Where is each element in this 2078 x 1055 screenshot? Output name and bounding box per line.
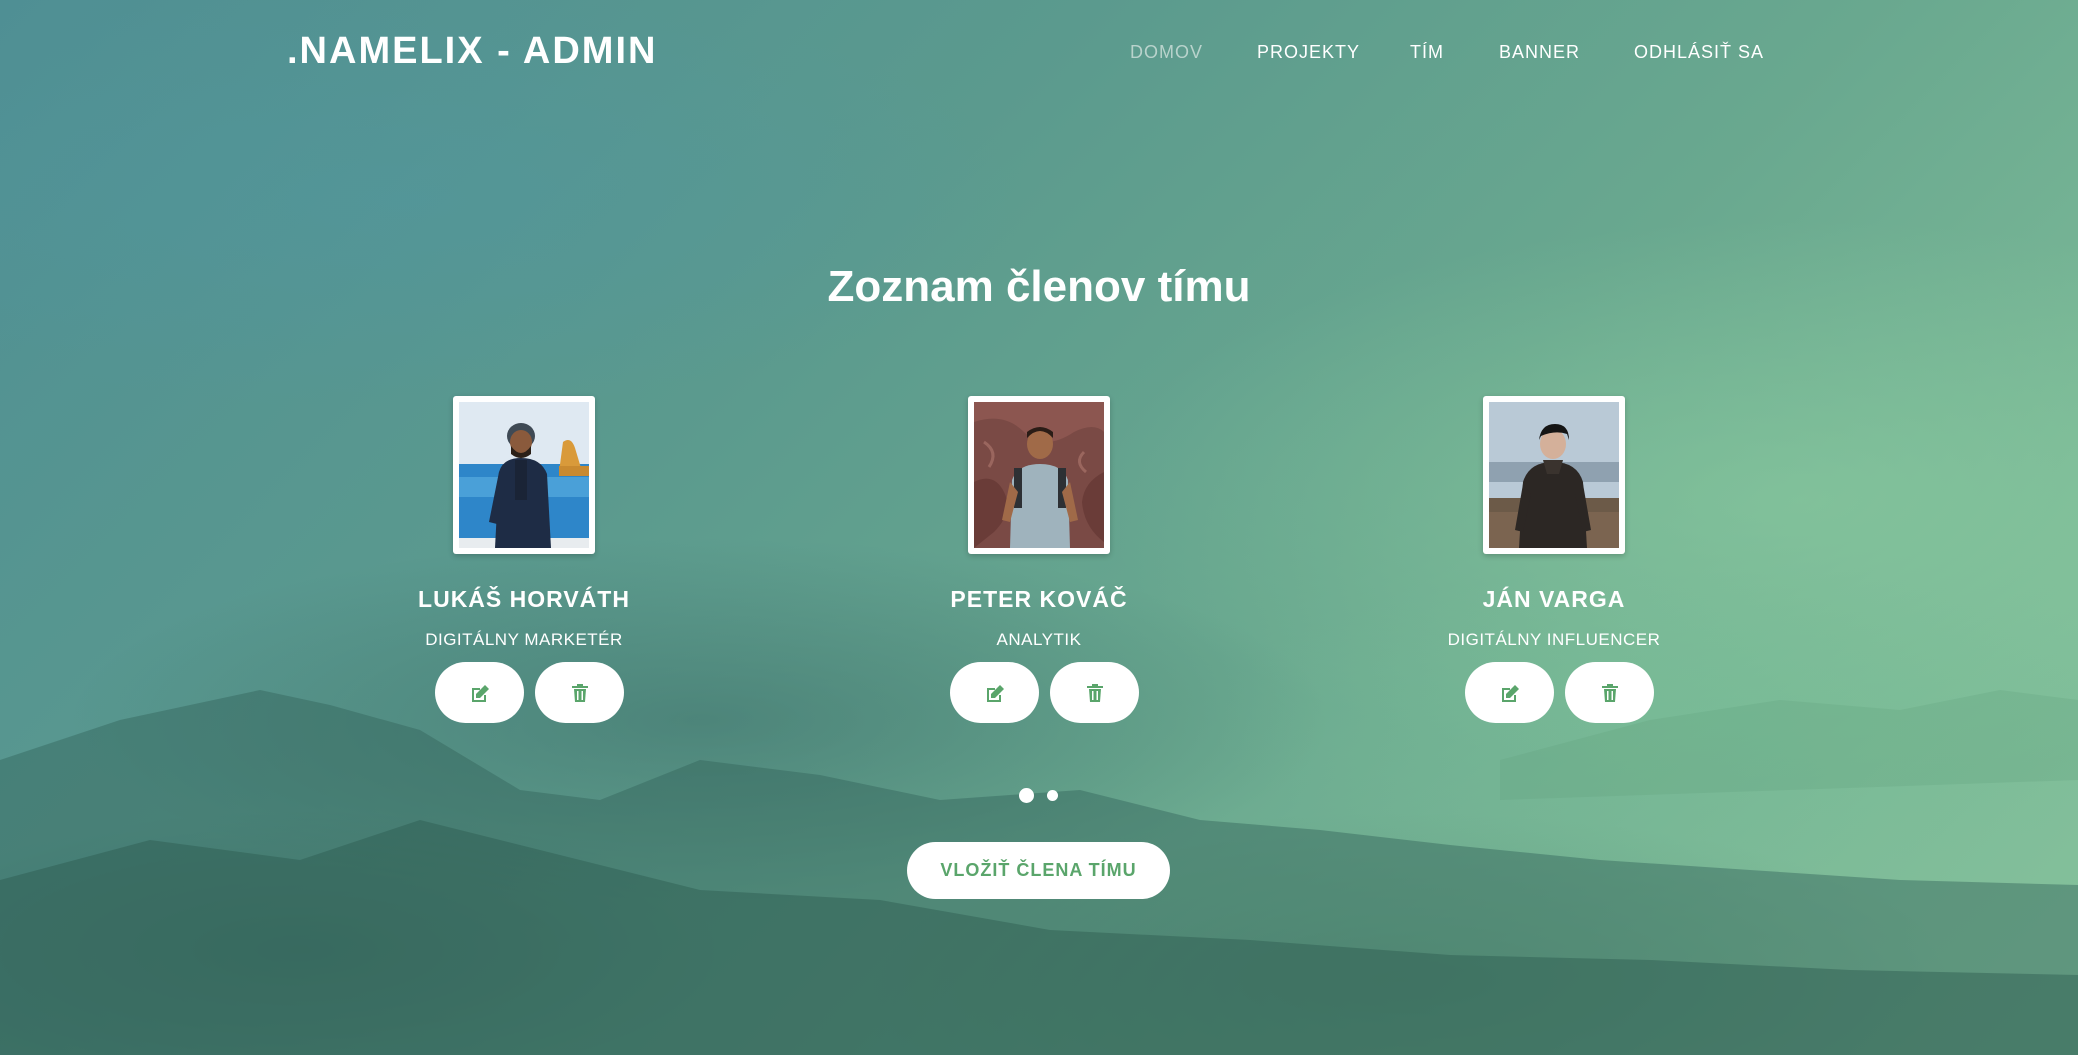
nav-item-projekty[interactable]: PROJEKTY (1257, 42, 1360, 63)
trash-icon (571, 683, 588, 702)
edit-member-button[interactable] (950, 662, 1039, 723)
edit-member-button[interactable] (1465, 662, 1554, 723)
member-role: DIGITÁLNY MARKETÉR (425, 630, 623, 649)
man-in-field-photo (1489, 402, 1619, 548)
edit-icon (471, 684, 489, 702)
trash-icon (1601, 683, 1618, 702)
member-name: PETER KOVÁČ (950, 586, 1128, 612)
nav-item-logout[interactable]: ODHLÁSIŤ SA (1634, 42, 1764, 63)
member-photo-frame (1483, 396, 1625, 554)
member-name: JÁN VARGA (1482, 586, 1626, 612)
carousel-dot-page-1[interactable] (1019, 788, 1034, 803)
member-role: ANALYTIK (996, 630, 1082, 649)
delete-member-button[interactable] (535, 662, 624, 723)
edit-icon (986, 684, 1004, 702)
top-navbar: .NAMELIX - ADMIN DOMOV PROJEKTY TÍM BANN… (0, 0, 2078, 110)
man-by-sea-photo (459, 402, 589, 548)
page-title: Zoznam členov tímu (827, 262, 1251, 311)
delete-member-button[interactable] (1565, 662, 1654, 723)
edit-icon (1501, 684, 1519, 702)
nav-item-tim[interactable]: TÍM (1410, 42, 1444, 63)
member-role: DIGITÁLNY INFLUENCER (1447, 630, 1661, 649)
carousel-dot-page-2[interactable] (1047, 790, 1058, 801)
edit-member-button[interactable] (435, 662, 524, 723)
team-member-card: PETER KOVÁČ ANALYTIK (847, 396, 1207, 726)
add-team-member-button[interactable]: VLOŽIŤ ČLENA TÍMU (907, 842, 1170, 899)
member-photo-frame (968, 396, 1110, 554)
main-nav: DOMOV PROJEKTY TÍM BANNER ODHLÁSIŤ SA (0, 42, 2078, 72)
man-in-canyon-photo (974, 402, 1104, 548)
member-photo-frame (453, 396, 595, 554)
member-name: LUKÁŠ HORVÁTH (418, 586, 630, 612)
trash-icon (1086, 683, 1103, 702)
delete-member-button[interactable] (1050, 662, 1139, 723)
nav-item-banner[interactable]: BANNER (1499, 42, 1580, 63)
nav-item-domov[interactable]: DOMOV (1130, 42, 1203, 63)
page: .NAMELIX - ADMIN DOMOV PROJEKTY TÍM BANN… (0, 0, 2078, 1055)
team-member-card: JÁN VARGA DIGITÁLNY INFLUENCER (1362, 396, 1722, 726)
team-member-card: LUKÁŠ HORVÁTH DIGITÁLNY MARKETÉR (332, 396, 692, 726)
